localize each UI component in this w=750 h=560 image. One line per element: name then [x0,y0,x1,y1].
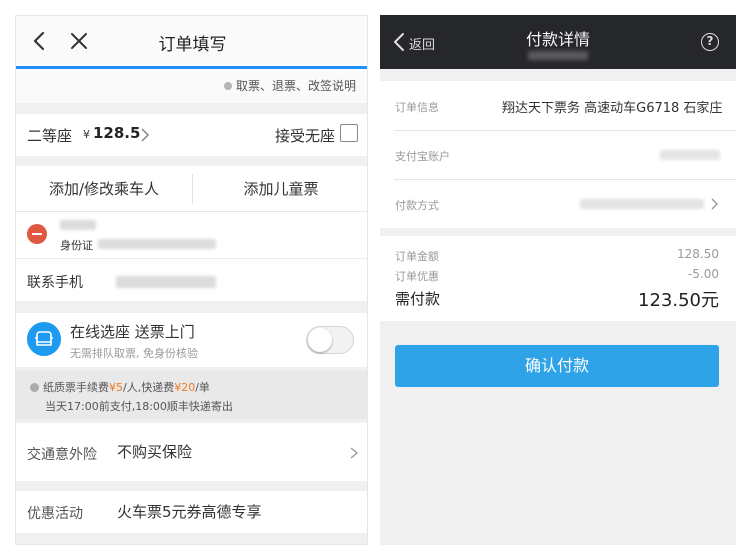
toggle-knob [308,328,332,352]
currency-symbol: ¥ [83,128,90,141]
order-form-header: 订单填写 [16,16,367,66]
confirm-payment-button[interactable]: 确认付款 [395,345,719,387]
amount-due-value: 123.50元 [638,290,719,311]
fee-per: /人,快递费 [123,381,175,394]
order-info-value: 翔达天下票务 高速动车G6718 石家庄 [502,101,723,116]
payment-method-row[interactable]: 付款方式 [380,179,736,228]
online-seat-selection-row: 在线选座 送票上门 无需排队取票, 免身份核验 [16,313,367,367]
accept-no-seat-label: 接受无座 [275,127,336,145]
seat-type-label: 二等座 [27,127,73,145]
promotion-row[interactable]: 优惠活动 火车票5元券高德专享 [16,491,367,533]
add-passenger-button[interactable]: 添加/修改乘车人 [16,178,192,199]
fee-notice-line1: 纸质票手续费¥5/人,快递费¥20/单 [30,379,210,395]
fee-suffix: /单 [195,381,210,394]
help-icon[interactable]: ? [701,33,719,51]
alipay-account-label: 支付宝账户 [395,150,450,163]
id-card-label: 身份证 [60,239,93,252]
contact-phone-label: 联系手机 [27,275,83,291]
passenger-name-redacted [60,220,96,230]
page-title: 订单填写 [158,35,227,55]
amount-due-label: 需付款 [395,290,441,308]
payment-header: 返回 付款详情 ? [380,15,736,69]
fee-notice-line2: 当天17:00前支付,18:00顺丰快递寄出 [45,400,233,413]
chevron-right-icon [141,128,150,142]
order-info-card: 订单信息 翔达天下票务 高速动车G6718 石家庄 支付宝账户 付款方式 [380,81,736,228]
fee-amount: ¥5 [109,381,123,394]
passenger-button-row: 添加/修改乘车人 添加儿童票 [16,166,367,212]
seat-selection-toggle[interactable] [306,326,354,354]
order-amount-label: 订单金额 [395,250,439,263]
chevron-right-icon [711,198,718,210]
payment-method-label: 付款方式 [395,199,439,212]
promotion-label: 优惠活动 [27,506,83,522]
passenger-section: 添加/修改乘车人 添加儿童票 身份证 联系手机 [16,166,367,301]
order-discount-label: 订单优惠 [395,270,439,283]
merchant-name-redacted [528,51,588,60]
fee-notice: 纸质票手续费¥5/人,快递费¥20/单 当天17:00前支付,18:00顺丰快递… [16,371,367,419]
fee-prefix: 纸质票手续费 [43,381,109,394]
order-form-panel: 订单填写 取票、退票、改签说明 二等座 ¥ 128.5 接受无座 添加/修改乘车… [15,15,368,545]
delivery-fee: ¥20 [174,381,196,394]
order-info-label: 订单信息 [395,101,439,114]
id-number-redacted [98,239,216,249]
info-dot-icon [224,82,232,90]
order-amount-value: 128.50 [677,247,719,261]
remove-passenger-icon[interactable] [27,224,47,244]
alipay-account-row: 支付宝账户 [380,130,736,179]
seat-selection-subtitle: 无需排队取票, 免身份核验 [70,347,198,360]
add-child-ticket-button[interactable]: 添加儿童票 [193,178,367,199]
phone-number-redacted[interactable] [116,276,216,288]
promotion-value: 火车票5元券高德专享 [117,503,262,521]
insurance-label: 交通意外险 [27,447,97,463]
payment-details-panel: 返回 付款详情 ? 订单信息 翔达天下票务 高速动车G6718 石家庄 支付宝账… [380,15,736,545]
ticket-info-link-row[interactable]: 取票、退票、改签说明 [16,69,367,103]
seat-selection-row[interactable]: 二等座 ¥ 128.5 接受无座 [16,114,367,156]
seat-selection-title: 在线选座 送票上门 [70,323,195,341]
insurance-row[interactable]: 交通意外险 不购买保险 [16,423,367,481]
payment-title: 付款详情 [525,30,590,49]
passenger-divider [16,258,367,259]
watermark-logo [660,522,740,552]
order-discount-value: -5.00 [687,267,719,281]
info-dot-icon [30,383,39,392]
payment-method-redacted [580,199,704,209]
insurance-value: 不购买保险 [117,443,193,461]
ticket-policy-link[interactable]: 取票、退票、改签说明 [236,77,356,94]
order-info-row: 订单信息 翔达天下票务 高速动车G6718 石家庄 [380,81,736,130]
accept-no-seat-checkbox[interactable] [340,124,358,142]
seat-price: 128.5 [93,124,141,142]
payment-summary: 订单金额 128.50 订单优惠 -5.00 需付款 123.50元 [380,236,736,321]
chevron-right-icon [350,447,359,459]
account-redacted [660,150,720,160]
seat-selection-icon [27,322,61,356]
